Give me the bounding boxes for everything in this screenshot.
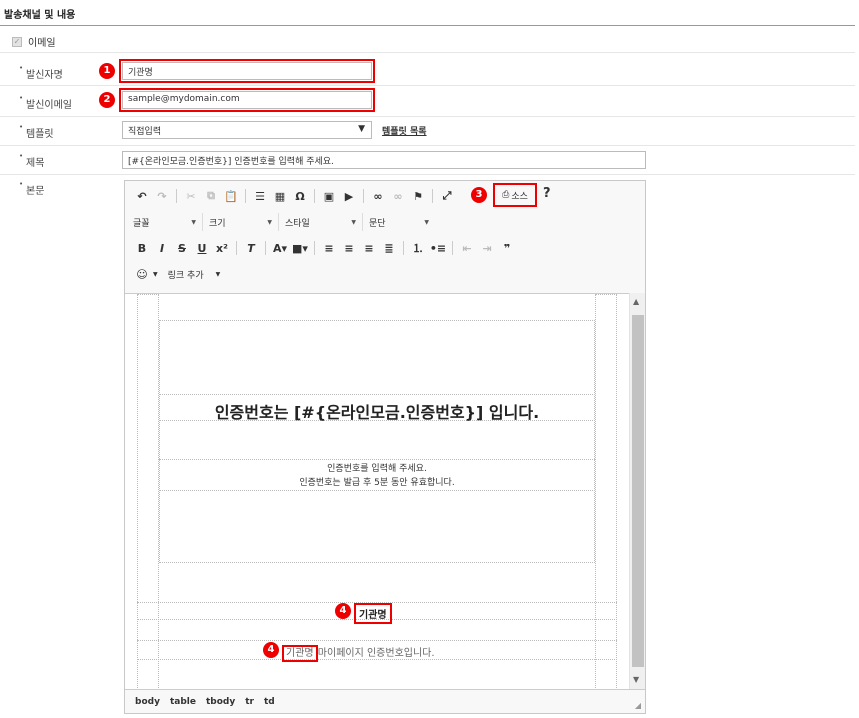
template-label: 템플릿 bbox=[19, 123, 54, 140]
footer-org-name: 기관명 bbox=[282, 645, 318, 662]
paste-icon[interactable]: 📋 bbox=[222, 187, 240, 205]
paragraph-combo-label: 문단 bbox=[369, 218, 386, 229]
chevron-down-icon: ▼ bbox=[424, 218, 429, 226]
outdent-icon[interactable]: ⇤ bbox=[458, 239, 476, 257]
editor-scrollbar[interactable]: ▲ ▼ bbox=[629, 293, 645, 689]
annotation-badge-2: 2 bbox=[99, 92, 115, 108]
check-icon: ✓ bbox=[12, 36, 22, 47]
cut-icon[interactable]: ✂ bbox=[182, 187, 200, 205]
annotation-badge-1: 1 bbox=[99, 63, 115, 79]
source-icon: ⎙ bbox=[502, 190, 510, 200]
path-td[interactable]: td bbox=[264, 697, 275, 707]
video-icon[interactable]: ▶ bbox=[340, 187, 358, 205]
toolbar-row-1: ↶ ↷ ✂ ⧉ 📋 ☰ ▦ Ω ▣ ▶ ∞ ∞ ⚑ ⤢ bbox=[133, 185, 456, 207]
org-name-text: 기관명 bbox=[354, 603, 392, 624]
editor-content[interactable]: 인증번호는 [#{온라인모금.인증번호}] 입니다. 인증번호를 입력해 주세요… bbox=[125, 293, 629, 689]
bold-icon[interactable]: B bbox=[133, 239, 151, 257]
anchor-flag-icon[interactable]: ⚑ bbox=[409, 187, 427, 205]
channel-row bbox=[0, 26, 855, 53]
paragraph-combo[interactable]: 문단 ▼ bbox=[369, 213, 435, 231]
chevron-down-icon: ▼ bbox=[153, 270, 158, 278]
toolbar-row-3: B I S U x² T A▾ ■▾ ≡ ≡ ≡ ≣ ⒈ •≡ ⇤ ⇥ ❞ bbox=[133, 237, 516, 259]
redo-icon[interactable]: ↷ bbox=[153, 187, 171, 205]
maximize-icon[interactable]: ⤢ bbox=[438, 187, 456, 205]
scroll-thumb[interactable] bbox=[632, 315, 644, 667]
subject-field[interactable]: [#{온라인모금.인증번호}] 인증번호를 입력해 주세요. bbox=[122, 151, 646, 169]
remove-format-icon[interactable]: T bbox=[242, 239, 260, 257]
body-text: 인증번호를 입력해 주세요. 인증번호는 발급 후 5분 동안 유효합니다. bbox=[160, 462, 594, 490]
template-select-value: 직접입력 bbox=[128, 127, 162, 137]
help-icon[interactable]: ? bbox=[543, 186, 551, 201]
italic-icon[interactable]: I bbox=[153, 239, 171, 257]
source-button[interactable]: ⎙ 소스 bbox=[493, 183, 537, 207]
size-combo[interactable]: 크기 ▼ bbox=[209, 213, 279, 231]
bulleted-list-icon[interactable]: •≡ bbox=[429, 239, 447, 257]
body-line-1: 인증번호를 입력해 주세요. bbox=[327, 464, 427, 474]
annotation-badge-3: 3 bbox=[471, 187, 487, 203]
sender-name-field[interactable]: 기관명 bbox=[119, 59, 375, 83]
emoji-icon[interactable]: ☺ bbox=[133, 265, 151, 283]
email-checkbox[interactable]: ✓ 이메일 bbox=[12, 34, 56, 49]
align-center-icon[interactable]: ≡ bbox=[340, 239, 358, 257]
path-body[interactable]: body bbox=[135, 697, 160, 707]
annotation-badge-4: 4 bbox=[335, 603, 351, 619]
path-tr[interactable]: tr bbox=[245, 697, 254, 707]
annotation-badge-4b: 4 bbox=[263, 642, 279, 658]
font-combo[interactable]: 글꼴 ▼ bbox=[133, 213, 203, 231]
chevron-down-icon: ▼ bbox=[267, 218, 272, 226]
chevron-down-icon: ▼ bbox=[358, 124, 365, 134]
superscript-icon[interactable]: x² bbox=[213, 239, 231, 257]
sender-email-label: 발신이메일 bbox=[19, 94, 72, 111]
font-combo-label: 글꼴 bbox=[133, 218, 150, 229]
template-select[interactable]: 직접입력 ▼ bbox=[122, 121, 372, 139]
chevron-down-icon: ▼ bbox=[215, 270, 221, 278]
footer-message: 기관명 마이페이지 인증번호입니다. bbox=[282, 644, 435, 662]
path-tbody[interactable]: tbody bbox=[206, 697, 235, 707]
toolbar-row-4: ☺ ▼ 링크 추가 ▼ bbox=[133, 263, 220, 285]
link-add-menu[interactable]: 링크 추가 bbox=[168, 268, 204, 281]
text-color-icon[interactable]: A▾ bbox=[271, 239, 289, 257]
template-list-link[interactable]: 템플릿 목록 bbox=[382, 124, 427, 137]
resize-handle-icon[interactable]: ◢ bbox=[635, 701, 641, 710]
link-icon[interactable]: ∞ bbox=[369, 187, 387, 205]
size-combo-label: 크기 bbox=[209, 218, 226, 229]
underline-icon[interactable]: U bbox=[193, 239, 211, 257]
toolbar-row-2: 글꼴 ▼ 크기 ▼ 스타일 ▼ 문단 ▼ bbox=[133, 211, 439, 233]
copy-icon[interactable]: ⧉ bbox=[202, 187, 220, 205]
bg-color-icon[interactable]: ■▾ bbox=[291, 239, 309, 257]
image-icon[interactable]: ▣ bbox=[320, 187, 338, 205]
numbered-list-icon[interactable]: ⒈ bbox=[409, 239, 427, 257]
chevron-down-icon: ▼ bbox=[191, 218, 196, 226]
table-icon[interactable]: ▦ bbox=[271, 187, 289, 205]
strike-icon[interactable]: S bbox=[173, 239, 191, 257]
horizontal-line-icon[interactable]: ☰ bbox=[251, 187, 269, 205]
chevron-down-icon: ▼ bbox=[351, 218, 356, 226]
scroll-up-icon[interactable]: ▲ bbox=[633, 297, 639, 306]
align-left-icon[interactable]: ≡ bbox=[320, 239, 338, 257]
element-path-bar: body table tbody tr td ◢ bbox=[125, 689, 645, 713]
email-checkbox-label: 이메일 bbox=[28, 38, 56, 49]
align-right-icon[interactable]: ≡ bbox=[360, 239, 378, 257]
indent-icon[interactable]: ⇥ bbox=[478, 239, 496, 257]
rich-text-editor: ↶ ↷ ✂ ⧉ 📋 ☰ ▦ Ω ▣ ▶ ∞ ∞ ⚑ ⤢ 글꼴 ▼ 크기 ▼ 스타일 ▼… bbox=[124, 180, 646, 714]
special-char-icon[interactable]: Ω bbox=[291, 187, 309, 205]
heading-text: 인증번호는 [#{온라인모금.인증번호}] 입니다. bbox=[214, 403, 540, 422]
body-line-2: 인증번호는 발급 후 5분 동안 유효합니다. bbox=[299, 478, 455, 488]
section-title: 발송채널 및 내용 bbox=[4, 10, 76, 21]
sender-email-field[interactable]: sample@mydomain.com bbox=[119, 88, 375, 112]
align-justify-icon[interactable]: ≣ bbox=[380, 239, 398, 257]
footer-rest: 마이페이지 인증번호입니다. bbox=[314, 648, 435, 659]
undo-icon[interactable]: ↶ bbox=[133, 187, 151, 205]
body-label: 본문 bbox=[19, 180, 45, 197]
unlink-icon[interactable]: ∞ bbox=[389, 187, 407, 205]
path-table[interactable]: table bbox=[170, 697, 196, 707]
style-combo[interactable]: 스타일 ▼ bbox=[285, 213, 363, 231]
source-button-label: 소스 bbox=[511, 191, 528, 202]
scroll-down-icon[interactable]: ▼ bbox=[633, 675, 639, 684]
blockquote-icon[interactable]: ❞ bbox=[498, 239, 516, 257]
style-combo-label: 스타일 bbox=[285, 218, 310, 229]
subject-label: 제목 bbox=[19, 152, 45, 169]
sender-name-label: 발신자명 bbox=[19, 64, 63, 81]
